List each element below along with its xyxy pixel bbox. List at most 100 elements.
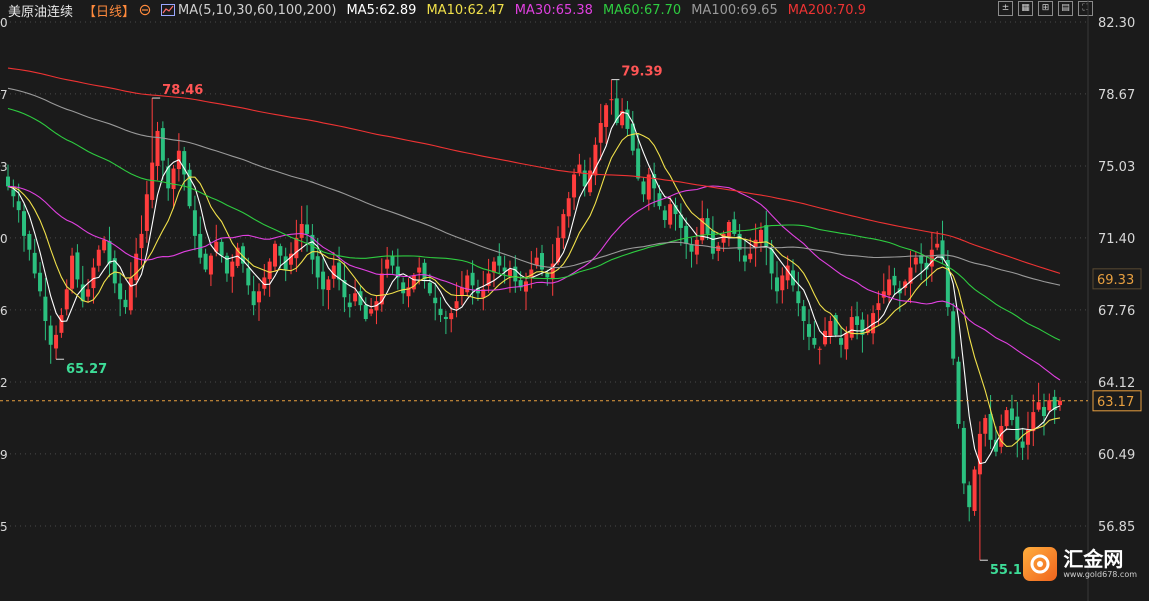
- candle-body: [1047, 400, 1052, 411]
- candle-body: [70, 255, 75, 289]
- candle-body: [523, 281, 528, 292]
- candle-body: [1036, 402, 1041, 410]
- candle-body: [363, 304, 368, 320]
- candle-body: [75, 252, 80, 280]
- y-tick-label: 60.49: [1098, 448, 1135, 463]
- candle-body: [192, 210, 197, 236]
- candle-body: [144, 194, 149, 231]
- candle-body: [198, 233, 203, 258]
- candle-body: [315, 256, 320, 278]
- candle-body: [636, 148, 641, 179]
- left-tick-fragment: 9: [0, 448, 8, 462]
- candle-body: [1009, 408, 1014, 421]
- candle-body: [1031, 412, 1036, 432]
- candle-body: [668, 204, 673, 225]
- candle-body: [64, 289, 69, 310]
- candle-body: [385, 259, 390, 269]
- candle-body: [513, 266, 518, 282]
- candle-body: [86, 289, 91, 297]
- candle-body: [684, 225, 689, 244]
- candle-body: [155, 130, 160, 166]
- candle-body: [561, 214, 566, 239]
- y-tick-label: 78.67: [1098, 88, 1135, 103]
- candle-body: [22, 211, 27, 236]
- ma100-line: [7, 87, 1061, 286]
- candle-body: [438, 308, 443, 316]
- y-tick-label: 82.30: [1098, 16, 1135, 31]
- candle-body: [219, 241, 224, 256]
- ma30-line: [7, 185, 1061, 381]
- candle-body: [689, 244, 694, 252]
- candle-body: [1020, 441, 1025, 448]
- candle-body: [107, 240, 112, 264]
- candle-body: [422, 262, 427, 280]
- y-tick-label: 64.12: [1098, 376, 1135, 391]
- candle-body: [823, 330, 828, 345]
- candle-body: [203, 253, 208, 270]
- candle-body: [208, 255, 213, 275]
- candle-body: [43, 296, 48, 322]
- candle-body: [427, 282, 432, 294]
- candle-body: [96, 249, 101, 266]
- candle-body: [454, 301, 459, 309]
- candle-body: [1015, 416, 1020, 440]
- candle-body: [32, 252, 37, 274]
- left-tick-fragment: 2: [0, 376, 8, 390]
- current-price-label: 63.17: [1097, 395, 1134, 410]
- low-annotation: 65.27: [66, 362, 107, 377]
- candle-body: [961, 427, 966, 484]
- candle-body: [572, 174, 577, 198]
- candle-body: [801, 306, 806, 322]
- candle-body: [988, 413, 993, 440]
- candle-body: [139, 233, 144, 249]
- candle-body: [849, 317, 854, 338]
- candle-body: [817, 348, 822, 350]
- candle-body: [417, 267, 422, 273]
- candle-body: [326, 279, 331, 291]
- left-tick-fragment: 7: [0, 88, 8, 102]
- candle-body: [913, 257, 918, 265]
- candle-body: [38, 272, 43, 292]
- candle-body: [758, 229, 763, 244]
- ma10-line: [7, 132, 1061, 447]
- candle-body: [470, 272, 475, 286]
- candle-body: [839, 338, 844, 345]
- candle-body: [16, 201, 21, 211]
- candle-body: [876, 303, 881, 311]
- candle-body: [294, 237, 299, 259]
- candle-body: [887, 279, 892, 296]
- candle-body: [967, 485, 972, 508]
- candle-body: [353, 293, 358, 302]
- cursor-price-label: 69.33: [1097, 273, 1134, 288]
- candle-body: [128, 277, 133, 311]
- candle-body: [609, 99, 614, 101]
- watermark-logo: 汇金网 www.gold678.com: [1023, 547, 1137, 581]
- candle-body: [1058, 400, 1062, 406]
- candle-body: [983, 418, 988, 434]
- candle-body: [160, 128, 165, 161]
- candle-body: [6, 176, 10, 187]
- candle-body: [534, 257, 539, 266]
- y-tick-label: 67.76: [1098, 304, 1135, 319]
- candle-body: [390, 255, 395, 266]
- candle-body: [305, 224, 310, 234]
- candle-body: [102, 239, 107, 251]
- candle-body: [662, 210, 667, 221]
- price-chart[interactable]: 82.30 0 78.67 7 75.03 3 71.40 0 67.76 6 64.12 2 60.4…: [0, 0, 1149, 601]
- candle-body: [828, 321, 833, 337]
- candle-body: [1004, 410, 1009, 427]
- high-annotation: 78.46: [162, 83, 203, 98]
- candle-body: [443, 316, 448, 320]
- candle-body: [764, 225, 769, 248]
- candle-body: [604, 105, 609, 127]
- candle-body: [598, 122, 603, 143]
- candle-body: [726, 222, 731, 237]
- candle-body: [807, 324, 812, 337]
- candle-body: [577, 164, 582, 173]
- left-tick-fragment: 6: [0, 304, 8, 318]
- candle-body: [935, 243, 940, 248]
- candle-body: [497, 256, 502, 266]
- candle-body: [951, 311, 956, 359]
- candle-body: [54, 334, 59, 349]
- candle-body: [956, 361, 961, 424]
